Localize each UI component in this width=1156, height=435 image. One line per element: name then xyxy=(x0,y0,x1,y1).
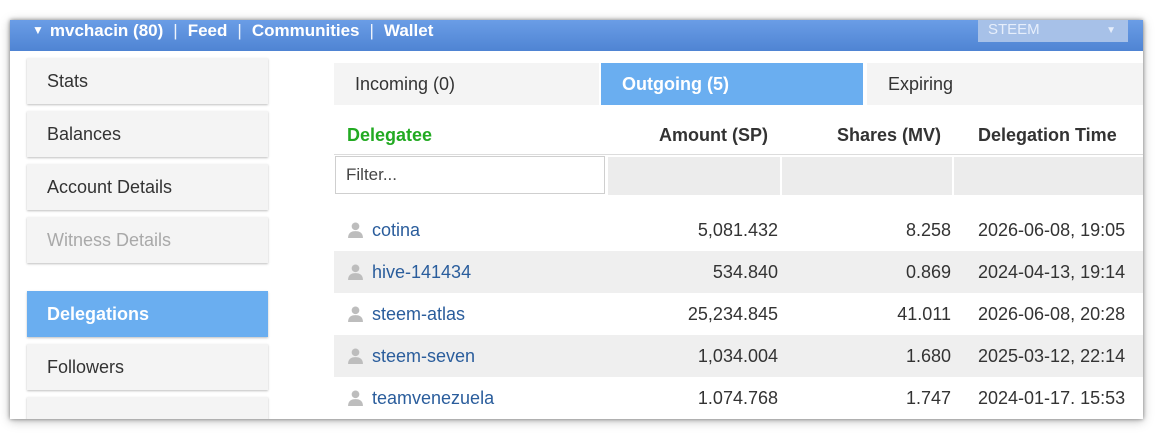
amount-cell: 5,081.432 xyxy=(697,220,778,240)
tab-outgoing[interactable]: Outgoing (5) xyxy=(601,63,863,105)
sidebar-item-stats[interactable]: Stats xyxy=(27,58,268,104)
nav-separator: | xyxy=(369,21,374,40)
sidebar-item-witness-details: Witness Details xyxy=(27,217,268,263)
table-row: steem-atlas 25,234.845 41.011 2026-06-08… xyxy=(334,293,1143,335)
filter-input[interactable] xyxy=(335,156,605,194)
time-cell: 2024-04-13, 19:14 xyxy=(978,262,1126,282)
tab-incoming[interactable]: Incoming (0) xyxy=(334,63,599,105)
amount-cell: 1,034.004 xyxy=(697,346,778,366)
nav-feed[interactable]: Feed xyxy=(188,21,228,40)
filter-cell-time xyxy=(954,157,1143,195)
delegatee-cell: steem-atlas xyxy=(347,293,465,335)
time-cell: 2024-01-17. 15:53 xyxy=(978,388,1126,408)
currency-value: STEEM xyxy=(988,21,1040,38)
delegatee-link[interactable]: cotina xyxy=(372,220,420,240)
shares-cell: 0.869 xyxy=(905,262,951,282)
user-icon xyxy=(348,222,363,238)
delegatee-cell: steem-seven xyxy=(347,335,475,377)
time-cell: 2026-06-08, 20:28 xyxy=(978,304,1126,324)
header-divider xyxy=(334,154,1143,155)
filter-cell-amount xyxy=(608,157,780,195)
nav-wallet[interactable]: Wallet xyxy=(384,21,433,40)
sidebar-item-account-details[interactable]: Account Details xyxy=(27,164,268,210)
amount-cell: 534.840 xyxy=(712,262,778,282)
account-menu[interactable]: mvchacin (80) xyxy=(50,21,163,40)
table-row: teamvenezuela 1.074.768 1.747 2024-01-17… xyxy=(334,377,1143,419)
currency-select[interactable]: STEEM ▼ xyxy=(978,20,1128,42)
sidebar-item-delegations[interactable]: Delegations xyxy=(27,291,268,337)
table-row: hive-141434 534.840 0.869 2024-04-13, 19… xyxy=(334,251,1143,293)
chevron-down-icon: ▼ xyxy=(1106,25,1116,36)
table-row: steem-seven 1,034.004 1.680 2025-03-12, … xyxy=(334,335,1143,377)
nav-separator: | xyxy=(237,21,242,40)
user-icon xyxy=(348,264,363,280)
sidebar-item-balances[interactable]: Balances xyxy=(27,111,268,157)
amount-cell: 25,234.845 xyxy=(687,304,778,324)
column-header-shares[interactable]: Shares (MV) xyxy=(837,120,941,150)
shares-cell: 1.747 xyxy=(905,388,951,408)
shares-cell: 8.258 xyxy=(905,220,951,240)
sidebar-item-followers[interactable]: Followers xyxy=(27,344,268,390)
nav-links: ▼ mvchacin (80) | Feed | Communities | Wallet xyxy=(32,20,433,41)
shares-cell: 41.011 xyxy=(897,304,951,324)
user-icon xyxy=(348,390,363,406)
caret-down-icon[interactable]: ▼ xyxy=(32,20,44,41)
delegatee-link[interactable]: steem-atlas xyxy=(372,304,465,324)
shares-cell: 1.680 xyxy=(905,346,951,366)
column-header-amount[interactable]: Amount (SP) xyxy=(659,120,768,150)
time-cell: 2025-03-12, 22:14 xyxy=(978,346,1126,366)
app-frame: ▼ mvchacin (80) | Feed | Communities | Wallet S… xyxy=(10,20,1143,419)
delegatee-link[interactable]: steem-seven xyxy=(372,346,475,366)
delegatee-link[interactable]: hive-141434 xyxy=(372,262,471,282)
time-cell: 2026-06-08, 19:05 xyxy=(978,220,1126,240)
column-header-delegatee[interactable]: Delegatee xyxy=(347,120,432,150)
column-header-delegation-time[interactable]: Delegation Time xyxy=(978,120,1117,150)
sidebar-item-next[interactable] xyxy=(27,397,268,419)
nav-communities[interactable]: Communities xyxy=(252,21,360,40)
user-icon xyxy=(348,306,363,322)
top-nav-bar: ▼ mvchacin (80) | Feed | Communities | Wallet S… xyxy=(10,20,1143,51)
delegatee-cell: hive-141434 xyxy=(347,251,471,293)
nav-separator: | xyxy=(173,21,178,40)
user-icon xyxy=(348,348,363,364)
tab-expiring[interactable]: Expiring xyxy=(867,63,1143,105)
delegatee-cell: teamvenezuela xyxy=(347,377,494,419)
delegatee-cell: cotina xyxy=(347,209,420,251)
delegatee-link[interactable]: teamvenezuela xyxy=(372,388,494,408)
filter-cell-shares xyxy=(782,157,952,195)
amount-cell: 1.074.768 xyxy=(697,388,778,408)
table-row: cotina 5,081.432 8.258 2026-06-08, 19:05 xyxy=(334,209,1143,251)
